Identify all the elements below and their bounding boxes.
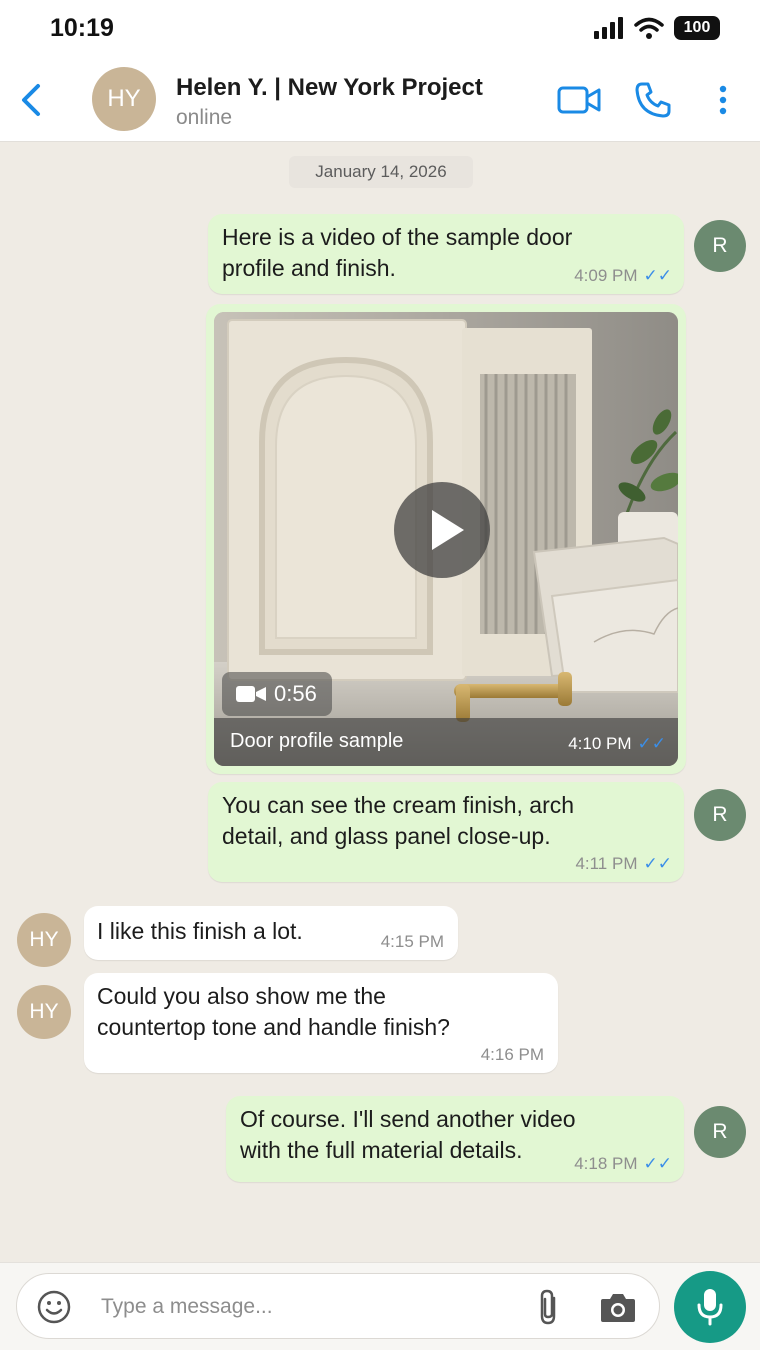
message-time: 4:15 PM: [380, 932, 444, 951]
contact-avatar[interactable]: HY: [92, 67, 156, 131]
message-time: 4:10 PM: [568, 734, 632, 753]
message-text-line: detail, and glass panel close-up.: [222, 823, 551, 849]
video-call-button[interactable]: [556, 80, 602, 120]
message-meta: 4:18 PM ✓✓: [574, 1154, 672, 1174]
sender-avatar[interactable]: R: [694, 220, 746, 272]
message-meta: 4:09 PM ✓✓: [574, 266, 672, 286]
message-time: 4:16 PM: [480, 1045, 544, 1064]
message-text-line: Could you also show me the: [97, 983, 386, 1009]
chat-header: HY Helen Y. | New York Project online: [0, 58, 760, 142]
incoming-message[interactable]: Could you also show me the countertop to…: [84, 973, 558, 1073]
message-time: 4:09 PM: [574, 266, 638, 285]
read-receipt-icon: ✓✓: [643, 854, 673, 873]
message-text-line: Of course. I'll send another video: [240, 1106, 576, 1132]
outgoing-message[interactable]: You can see the cream finish, arch detai…: [208, 782, 684, 882]
message-input-container: [16, 1273, 660, 1339]
status-icons: 100: [594, 16, 720, 40]
contact-name[interactable]: Helen Y. | New York Project: [176, 74, 483, 102]
outgoing-message[interactable]: Here is a video of the sample door profi…: [208, 214, 684, 294]
smiley-icon: [37, 1290, 71, 1324]
sender-avatar[interactable]: R: [694, 789, 746, 841]
sender-avatar[interactable]: R: [694, 1106, 746, 1158]
message-text-line: profile and finish.: [222, 255, 396, 281]
read-receipt-icon: ✓✓: [643, 1154, 673, 1173]
message-input[interactable]: [101, 1290, 501, 1324]
video-camera-icon: [557, 86, 601, 114]
message-time: 4:11 PM: [575, 854, 638, 873]
paperclip-icon: [540, 1289, 556, 1325]
message-text-line: countertop tone and handle finish?: [97, 1014, 450, 1040]
incoming-message[interactable]: I like this finish a lot. 4:15 PM: [84, 906, 458, 960]
message-text-line: You can see the cream finish, arch: [222, 792, 575, 818]
camera-button[interactable]: [599, 1290, 637, 1324]
video-camera-icon: [236, 686, 266, 702]
outgoing-message[interactable]: Of course. I'll send another video with …: [226, 1096, 684, 1182]
contact-status: online: [176, 106, 233, 129]
voice-message-button[interactable]: [674, 1271, 746, 1343]
status-time: 10:19: [50, 14, 114, 42]
chevron-left-icon: [22, 84, 40, 116]
video-thumbnail[interactable]: 0:56 Door profile sample 4:10 PM ✓✓: [214, 312, 678, 766]
video-duration-badge: 0:56: [222, 672, 332, 716]
message-meta: 4:15 PM: [381, 932, 444, 952]
emoji-button[interactable]: [37, 1290, 71, 1324]
read-receipt-icon: ✓✓: [643, 266, 673, 285]
message-text-line: with the full material details.: [240, 1137, 523, 1163]
message-time: 4:18 PM: [574, 1154, 638, 1173]
voice-call-button[interactable]: [632, 80, 674, 120]
more-vertical-icon: [719, 85, 727, 115]
signal-icon: [594, 17, 623, 39]
message-text-line: I like this finish a lot.: [97, 918, 303, 944]
message-meta: 4:10 PM ✓✓: [568, 734, 666, 754]
camera-icon: [601, 1294, 635, 1322]
read-receipt-icon: ✓✓: [637, 734, 667, 753]
message-composer: [0, 1262, 760, 1350]
message-meta: 4:16 PM: [481, 1045, 544, 1065]
video-duration: 0:56: [274, 681, 317, 706]
phone-icon: [635, 82, 671, 118]
message-text-line: Here is a video of the sample door: [222, 224, 573, 250]
microphone-icon: [697, 1289, 723, 1326]
chat-area[interactable]: January 14, 2026 Here is a video of the …: [0, 142, 760, 1262]
play-button[interactable]: [394, 482, 490, 578]
battery-indicator: 100: [674, 16, 720, 40]
wifi-icon: [634, 17, 664, 39]
sender-avatar[interactable]: HY: [17, 985, 71, 1039]
video-caption: Door profile sample: [230, 730, 404, 752]
outgoing-video-message[interactable]: 0:56 Door profile sample 4:10 PM ✓✓: [206, 304, 686, 774]
play-icon: [432, 510, 464, 550]
date-separator: January 14, 2026: [289, 156, 473, 188]
video-caption-bar: Door profile sample 4:10 PM ✓✓: [214, 718, 678, 766]
status-bar: 10:19 100: [0, 0, 760, 58]
more-options-button[interactable]: [712, 80, 734, 120]
sender-avatar[interactable]: HY: [17, 913, 71, 967]
attach-button[interactable]: [535, 1288, 561, 1326]
message-meta: 4:11 PM ✓✓: [575, 854, 672, 874]
back-button[interactable]: [16, 80, 48, 120]
